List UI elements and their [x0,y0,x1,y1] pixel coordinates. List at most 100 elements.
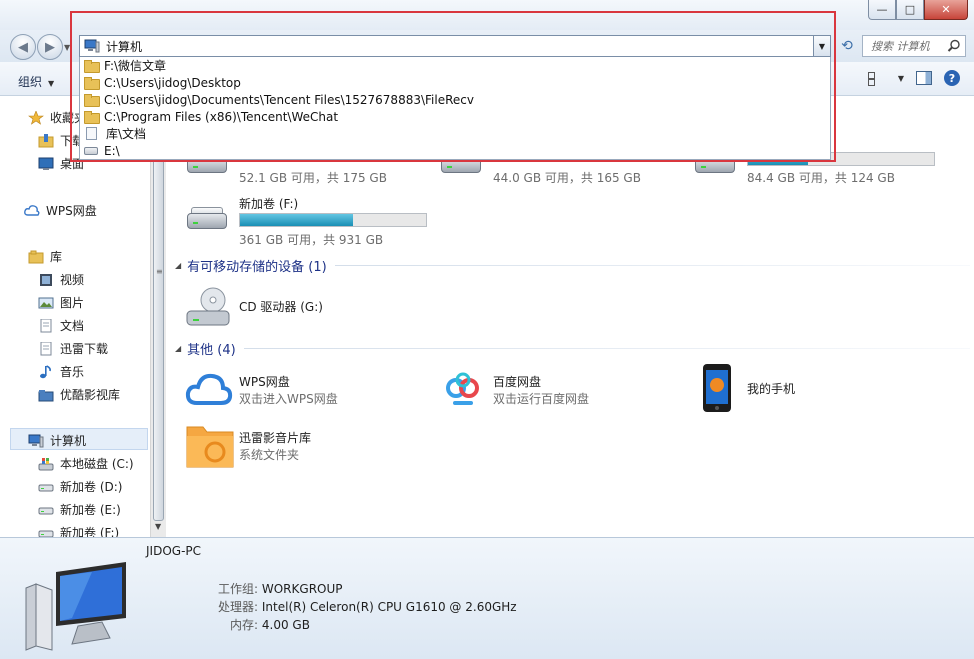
folder-icon [84,77,100,90]
tile-subtitle: 双击运行百度网盘 [493,392,590,406]
sidebar-item-label: 本地磁盘 (C:) [60,457,134,471]
video-library-icon [38,388,54,402]
chevron-down-icon: ▼ [48,79,55,88]
toolbar-right-group: ▼ ? [867,70,960,86]
close-button[interactable]: ✕ [924,0,968,20]
hard-drive-icon [185,205,229,231]
sidebar-item-label: 优酷影视库 [60,388,121,402]
sidebar-item-wps[interactable]: WPS网盘 [24,202,97,219]
search-input[interactable] [871,39,953,53]
desktop-icon [38,157,54,171]
workgroup-value: WORKGROUP [261,582,343,596]
help-icon[interactable]: ? [944,70,960,86]
address-history-item[interactable]: 库\文档 [80,125,830,142]
library-icon [86,127,97,140]
drive-space: 52.1 GB 可用，共 175 GB [239,171,387,185]
address-history-label: 库\文档 [106,127,147,141]
organize-button[interactable]: 组织 ▼ [18,73,54,90]
sidebar-item-label: 图片 [60,296,85,310]
sidebar-item-drive-e[interactable]: 新加卷 (E:) [38,501,121,518]
sidebar-item-documents[interactable]: 文档 [38,317,84,334]
details-pane: JIDOG-PC 工作组: WORKGROUP 处理器: Intel(R) Ce… [0,537,974,659]
workgroup-key: 工作组: [218,582,259,596]
sidebar-item-libraries[interactable]: 库 [28,248,62,265]
sidebar-item-desktop[interactable]: 桌面 [38,155,84,172]
search-box[interactable] [862,35,966,57]
address-bar[interactable]: ▼ [79,35,831,57]
computer-icon [25,562,126,651]
sidebar-item-drive-c[interactable]: 本地磁盘 (C:) [38,455,134,472]
section-title: 有可移动存储的设备 (1) [187,259,327,275]
sidebar-item-label: 文档 [60,319,85,333]
computer-icon [28,434,44,448]
collapse-triangle-icon[interactable]: ◢ [175,344,181,353]
sidebar-item-pictures[interactable]: 图片 [38,294,84,311]
change-view-icon[interactable] [867,70,886,86]
forward-button[interactable]: ▶ [37,34,63,60]
section-divider [334,264,970,266]
address-history-item[interactable]: C:\Users\jidog\Desktop [80,74,830,91]
address-history-label: F:\微信文章 [104,59,167,73]
phone-icon [703,364,731,412]
drive-space: 84.4 GB 可用，共 124 GB [747,171,895,185]
pc-name: JIDOG-PC [146,544,202,558]
scrollbar-thumb[interactable] [153,101,164,521]
sidebar-item-drive-d[interactable]: 新加卷 (D:) [38,478,122,495]
section-removable-header[interactable]: ◢ 有可移动存储的设备 (1) [175,256,970,275]
drive-space: 44.0 GB 可用，共 165 GB [493,171,641,185]
maximize-button[interactable]: □ [896,0,924,20]
address-history-item[interactable]: C:\Users\jidog\Documents\Tencent Files\1… [80,91,830,108]
address-history-dropdown: F:\微信文章 C:\Users\jidog\Desktop C:\Users\… [79,57,831,160]
sidebar-item-videos[interactable]: 视频 [38,271,84,288]
view-options-chevron-icon[interactable]: ▼ [898,74,904,83]
address-dropdown-button[interactable]: ▼ [813,36,830,56]
refresh-icon[interactable]: ⟲ [836,36,858,56]
window-controls: — □ ✕ [868,0,968,20]
cpu-row: 处理器: Intel(R) Celeron(R) CPU G1610 @ 2.6… [218,598,517,615]
document-icon [38,341,54,356]
drive-name: 新加卷 (F:) [239,197,299,211]
folder-icon [186,426,234,468]
folder-icon [84,94,100,107]
sidebar-scrollbar[interactable]: ≡ ▼ [150,97,166,537]
minimize-button[interactable]: — [868,0,896,20]
collapse-triangle-icon[interactable]: ◢ [175,261,181,270]
search-icon[interactable] [947,39,961,53]
sidebar-item-computer[interactable]: 计算机 [28,432,86,449]
title-bar: — □ ✕ [0,0,974,30]
cloud-icon [24,204,40,218]
sidebar-item-label: 视频 [60,273,85,287]
sidebar-item-favorites[interactable]: 收藏夹 [28,109,86,126]
scroll-down-icon[interactable]: ▼ [155,522,161,531]
sidebar-item-label: 迅雷下载 [60,342,109,356]
drive-space: 361 GB 可用，共 931 GB [239,233,384,247]
tile-subtitle: 系统文件夹 [239,448,300,462]
cd-drive-icon [186,287,230,326]
cpu-key: 处理器: [218,600,259,614]
address-history-label: C:\Program Files (x86)\Tencent\WeChat [104,109,339,124]
document-icon [38,318,54,333]
section-divider [243,347,970,349]
drive-name: CD 驱动器 (G:) [239,300,323,314]
sidebar-item-youku[interactable]: 优酷影视库 [38,386,120,403]
drive-icon [38,526,54,537]
drive-icon [38,503,54,517]
music-icon [38,364,54,379]
sidebar-item-xunlei-downloads[interactable]: 迅雷下载 [38,340,108,357]
address-history-item[interactable]: C:\Program Files (x86)\Tencent\WeChat [80,108,830,125]
address-history-item[interactable]: F:\微信文章 [80,57,830,74]
computer-icon [84,39,100,53]
preview-pane-icon[interactable] [916,71,932,85]
sidebar-item-drive-f[interactable]: 新加卷 (F:) [38,524,119,537]
drive-usage-fill [240,214,354,226]
sidebar-item-downloads[interactable]: 下载 [38,132,84,149]
back-button[interactable]: ◀ [10,34,36,60]
section-other-header[interactable]: ◢ 其他 (4) [175,339,970,358]
baidu-cloud-icon [446,372,479,405]
address-history-item[interactable]: E:\ [80,142,830,159]
recent-pages-dropdown-icon[interactable]: ▼ [64,43,70,52]
memory-key: 内存: [230,618,259,632]
address-input[interactable] [106,39,806,53]
tile-name: 百度网盘 [493,375,542,389]
sidebar-item-music[interactable]: 音乐 [38,363,84,380]
